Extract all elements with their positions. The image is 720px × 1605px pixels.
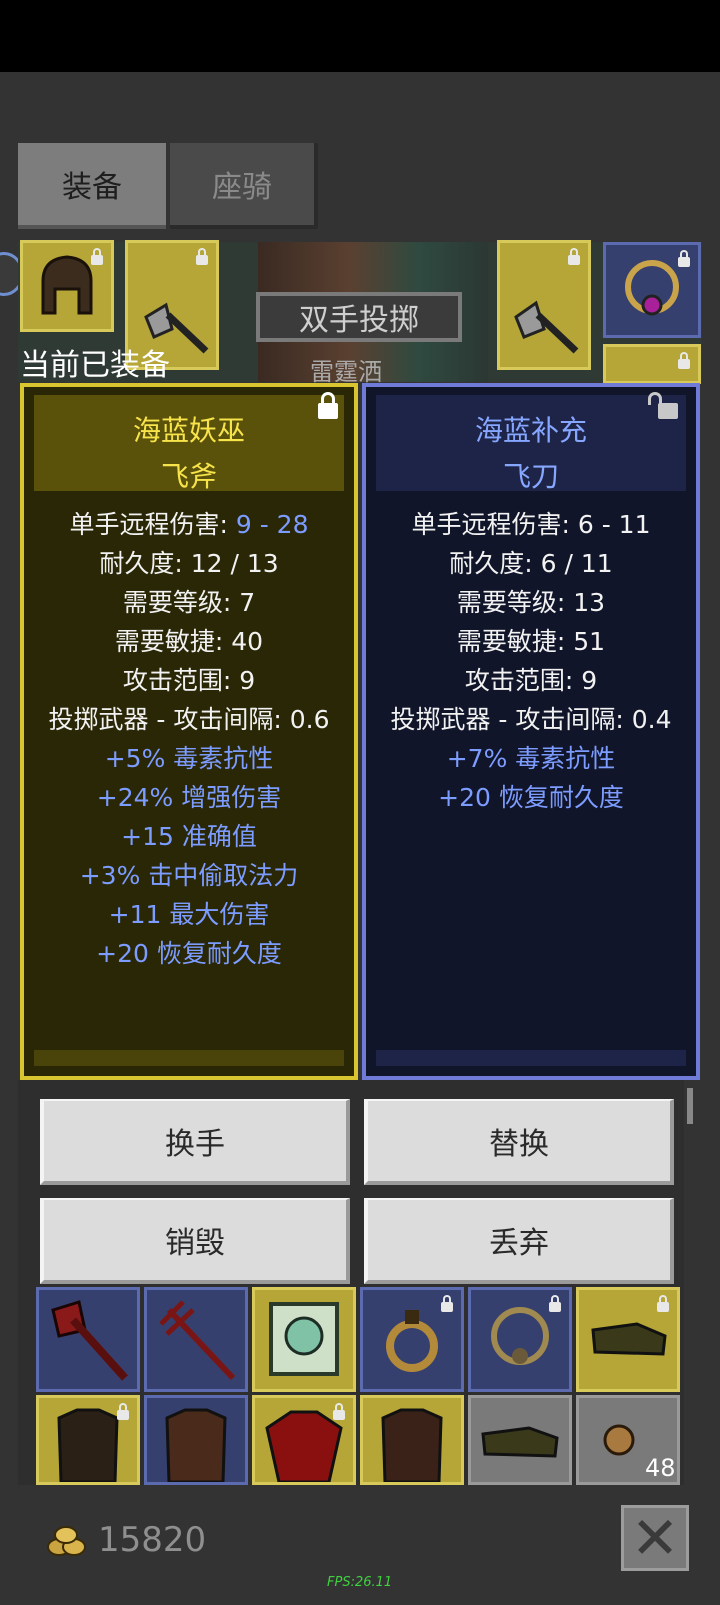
bonus-stat: +3% 击中偷取法力 <box>79 861 299 890</box>
stat-damage: 单手远程伤害: 6 - 11 <box>411 510 651 539</box>
item-type: 飞斧 <box>160 460 217 493</box>
inventory-slot[interactable]: 48 <box>576 1395 680 1485</box>
inventory-slot[interactable] <box>144 1395 248 1485</box>
tab-mount[interactable]: 座骑 <box>170 143 318 229</box>
bonus-stat: +11 最大伤害 <box>108 900 270 929</box>
replace-button[interactable]: 替换 <box>364 1099 674 1185</box>
ring-slot[interactable] <box>603 344 701 384</box>
scroll-map-icon <box>269 1302 339 1376</box>
stack-count: 48 <box>645 1454 676 1482</box>
stat-range: 攻击范围: 9 <box>464 666 598 695</box>
close-button[interactable]: ✕ <box>621 1505 689 1571</box>
bonus-stat: +5% 毒素抗性 <box>104 744 274 773</box>
lock-icon[interactable] <box>318 392 338 419</box>
lock-icon <box>678 250 690 267</box>
stat-speed: 投掷武器 - 攻击间隔: 0.4 <box>390 705 672 734</box>
inventory-slot[interactable] <box>468 1395 572 1485</box>
trident-icon <box>159 1300 236 1381</box>
inventory-slot[interactable] <box>144 1287 248 1392</box>
stat-range: 攻击范围: 9 <box>122 666 256 695</box>
bonus-stat: +7% 毒素抗性 <box>446 744 616 773</box>
inventory-slot[interactable] <box>252 1287 356 1392</box>
status-bar <box>0 0 720 72</box>
helmet-slot[interactable] <box>20 240 114 332</box>
bonus-stat: +20 恢复耐久度 <box>438 783 624 812</box>
close-icon: ✕ <box>630 1504 680 1572</box>
card-footer <box>34 1050 344 1066</box>
stat-durability: 耐久度: 12 / 13 <box>99 549 279 578</box>
equipped-item-card: 海蓝妖巫 飞斧 单手远程伤害: 9 - 28 耐久度: 12 / 13 需要等级… <box>20 383 358 1080</box>
inventory-slot[interactable] <box>36 1395 140 1485</box>
stat-dex-req: 需要敏捷: 40 <box>114 627 264 656</box>
stat-durability: 耐久度: 6 / 11 <box>449 549 613 578</box>
gold-amount: 15820 <box>98 1520 207 1560</box>
armor-icon <box>381 1408 443 1484</box>
amulet-slot[interactable] <box>603 242 701 338</box>
lock-icon <box>117 1403 129 1420</box>
inventory-slot[interactable] <box>360 1395 464 1485</box>
discard-button[interactable]: 丢弃 <box>364 1198 674 1284</box>
item-name: 海蓝补充 <box>474 414 587 447</box>
lock-icon <box>441 1295 453 1312</box>
inventory-slot[interactable] <box>360 1287 464 1392</box>
stat-level-req: 需要等级: 7 <box>122 588 256 617</box>
bonus-stat: +24% 增强伤害 <box>96 783 282 812</box>
boots-icon <box>481 1426 559 1458</box>
red-axe-icon <box>51 1300 128 1381</box>
stat-damage: 单手远程伤害: 9 - 28 <box>69 510 309 539</box>
stat-speed: 投掷武器 - 攻击间隔: 0.6 <box>48 705 330 734</box>
lock-icon <box>91 248 103 265</box>
card-footer <box>376 1050 686 1066</box>
scrollbar[interactable] <box>687 1088 693 1124</box>
lock-icon <box>657 1295 669 1312</box>
fps-counter: FPS:26.11 <box>327 1575 393 1590</box>
inventory-slot[interactable] <box>468 1287 572 1392</box>
lock-icon <box>568 248 580 265</box>
stat-dex-req: 需要敏捷: 51 <box>456 627 606 656</box>
currently-equipped-label: 当前已装备 <box>20 348 170 383</box>
gold-coins-icon <box>47 1526 86 1556</box>
offhand-slot[interactable] <box>497 240 591 370</box>
inventory-slot[interactable] <box>576 1287 680 1392</box>
lock-icon <box>333 1403 345 1420</box>
armor-icon <box>165 1408 227 1484</box>
destroy-button[interactable]: 销毁 <box>40 1198 350 1284</box>
lock-icon <box>678 352 690 369</box>
stat-level-req: 需要等级: 13 <box>456 588 606 617</box>
item-set-name: 雷霆洒 <box>310 358 382 386</box>
bonus-stat: +15 准确值 <box>121 822 257 851</box>
compare-item-card: 海蓝补充 飞刀 单手远程伤害: 6 - 11 耐久度: 6 / 11 需要等级:… <box>362 383 700 1080</box>
lock-icon <box>196 248 208 265</box>
item-name: 海蓝妖巫 <box>132 414 245 447</box>
tab-equipment[interactable]: 装备 <box>18 143 166 229</box>
inventory-slot[interactable] <box>36 1287 140 1392</box>
unlock-icon[interactable] <box>648 392 678 419</box>
item-type: 飞刀 <box>502 460 559 493</box>
lock-icon <box>549 1295 561 1312</box>
bonus-stat: +20 恢复耐久度 <box>96 939 282 968</box>
inventory-slot[interactable] <box>252 1395 356 1485</box>
two-hand-throw-label: 双手投掷 <box>256 292 462 342</box>
swap-hand-button[interactable]: 换手 <box>40 1099 350 1185</box>
